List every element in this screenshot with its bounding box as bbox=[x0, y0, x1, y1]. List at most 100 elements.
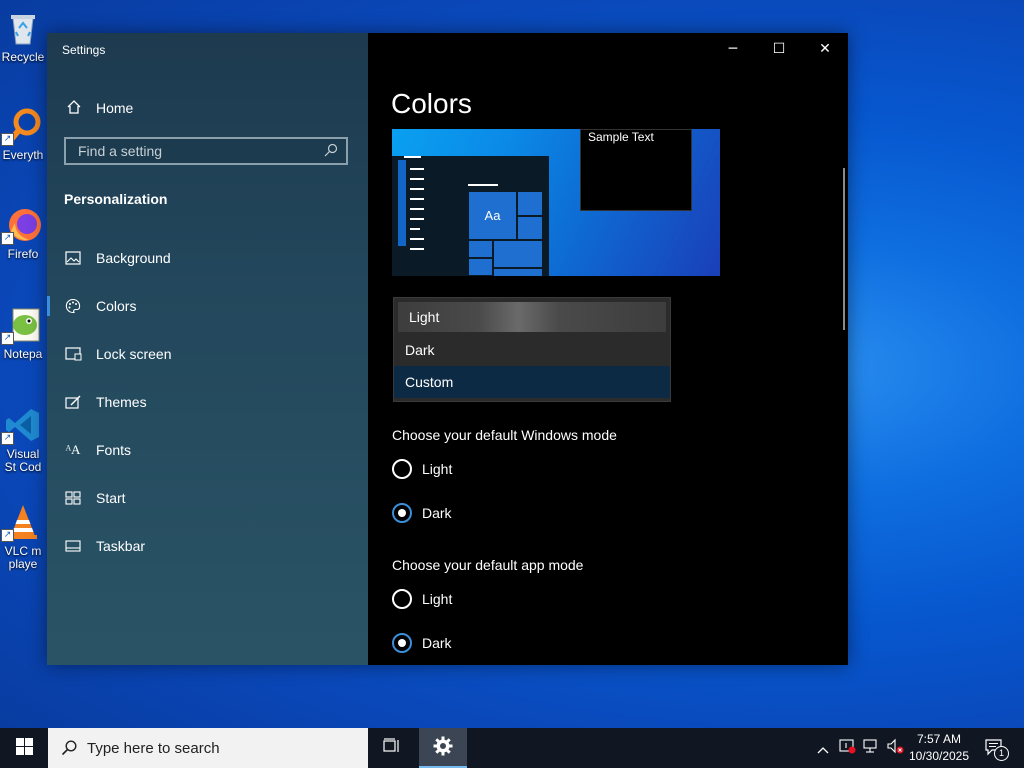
app-mode-light-radio[interactable]: Light bbox=[392, 587, 452, 611]
radio-button-selected[interactable] bbox=[392, 633, 412, 653]
section-heading: Personalization bbox=[64, 191, 168, 207]
sidebar-item-label: Lock screen bbox=[96, 346, 172, 362]
gear-icon bbox=[433, 736, 453, 760]
notification-center-button[interactable]: 1 bbox=[980, 728, 1010, 768]
windows-mode-dark-radio[interactable]: Dark bbox=[392, 501, 452, 525]
preview-tiles: Aa bbox=[468, 191, 543, 276]
search-icon bbox=[61, 740, 77, 756]
volume-tray-icon[interactable] bbox=[884, 728, 906, 768]
show-hidden-icons-button[interactable] bbox=[814, 728, 832, 768]
sidebar-item-label: Taskbar bbox=[96, 538, 146, 554]
radio-label: Light bbox=[422, 461, 453, 477]
sidebar-item-fonts[interactable]: ᴬA Fonts bbox=[47, 430, 368, 470]
clock-time: 7:57 AM bbox=[916, 732, 962, 746]
desktop-icon-label: Visual St Cod bbox=[4, 448, 42, 474]
preview-sample-text: Sample Text bbox=[588, 130, 654, 144]
desktop-icon-everything[interactable]: ↗ Everyth bbox=[0, 106, 46, 162]
radio-button[interactable] bbox=[392, 589, 412, 609]
dropdown-option-light[interactable]: Light bbox=[398, 302, 666, 332]
recycle-bin-icon bbox=[3, 8, 43, 48]
shortcut-arrow-icon: ↗ bbox=[1, 332, 14, 345]
color-mode-dropdown[interactable]: Light Dark Custom bbox=[393, 297, 671, 402]
minimize-icon: ─ bbox=[728, 41, 738, 57]
taskbar-clock[interactable]: 7:57 AM 10/30/2025 bbox=[905, 731, 973, 765]
taskbar-icon bbox=[64, 540, 82, 552]
nav-home-label: Home bbox=[96, 100, 134, 116]
shield-warning-icon bbox=[838, 738, 856, 758]
security-tray-icon[interactable] bbox=[836, 728, 858, 768]
fonts-icon: ᴬA bbox=[65, 442, 81, 457]
notification-count-badge: 1 bbox=[994, 746, 1009, 761]
nav-home[interactable]: Home bbox=[66, 97, 133, 119]
maximize-button[interactable]: ☐ bbox=[756, 33, 802, 65]
radio-button[interactable] bbox=[392, 459, 412, 479]
app-mode-dark-radio[interactable]: Dark bbox=[392, 631, 452, 655]
task-view-icon bbox=[383, 738, 401, 758]
windows-mode-light-radio[interactable]: Light bbox=[392, 457, 452, 481]
page-title: Colors bbox=[391, 88, 472, 119]
start-button[interactable] bbox=[0, 728, 48, 768]
main-content: ─ ☐ ✕ Colors Aa Sample Text Light Dark C… bbox=[368, 33, 848, 665]
desktop-icon-label: Recycle bbox=[1, 51, 45, 64]
desktop-icon-vscode[interactable]: ↗ Visual St Cod bbox=[0, 405, 46, 474]
find-setting-search[interactable] bbox=[64, 137, 348, 165]
clock-date: 10/30/2025 bbox=[908, 749, 970, 763]
firefox-icon: ↗ bbox=[1, 205, 43, 245]
task-view-button[interactable] bbox=[368, 728, 416, 768]
shortcut-arrow-icon: ↗ bbox=[1, 432, 14, 445]
sidebar-item-themes[interactable]: Themes bbox=[47, 382, 368, 422]
preview-app-list bbox=[398, 156, 424, 250]
preview-window: Sample Text bbox=[580, 129, 692, 211]
desktop-icon-label: Everyth bbox=[2, 149, 44, 162]
sidebar-item-label: Colors bbox=[96, 298, 137, 314]
window-title: Settings bbox=[62, 43, 106, 57]
taskbar-settings-app[interactable] bbox=[419, 728, 467, 768]
sidebar-item-label: Background bbox=[96, 250, 171, 266]
radio-button-selected[interactable] bbox=[392, 503, 412, 523]
scrollbar[interactable] bbox=[843, 168, 845, 330]
desktop-icon-vlc[interactable]: ↗ VLC m playe bbox=[0, 502, 46, 571]
sidebar-item-background[interactable]: Background bbox=[47, 238, 368, 278]
close-button[interactable]: ✕ bbox=[802, 33, 848, 65]
windows-logo-icon bbox=[15, 737, 33, 759]
sidebar-item-colors[interactable]: Colors bbox=[47, 286, 368, 326]
vlc-icon: ↗ bbox=[1, 502, 43, 542]
radio-label: Light bbox=[422, 591, 453, 607]
picture-icon bbox=[64, 251, 82, 265]
dropdown-option-custom[interactable]: Custom bbox=[394, 366, 670, 398]
shortcut-arrow-icon: ↗ bbox=[1, 232, 14, 245]
sidebar-item-start[interactable]: Start bbox=[47, 478, 368, 518]
network-icon bbox=[862, 738, 880, 758]
sidebar-item-taskbar[interactable]: Taskbar bbox=[47, 526, 368, 566]
preview-line bbox=[468, 184, 498, 186]
settings-window: Settings Home Personalization Background bbox=[47, 33, 848, 665]
lock-screen-icon bbox=[64, 347, 82, 361]
shortcut-arrow-icon: ↗ bbox=[1, 133, 14, 146]
sidebar-item-lock-screen[interactable]: Lock screen bbox=[47, 334, 368, 374]
taskbar-search-box[interactable]: Type here to search bbox=[48, 728, 368, 768]
everything-search-icon: ↗ bbox=[1, 106, 43, 146]
vscode-icon: ↗ bbox=[1, 405, 43, 445]
start-icon bbox=[64, 491, 82, 505]
desktop-icon-firefox[interactable]: ↗ Firefo bbox=[0, 205, 46, 261]
desktop-icon-label: Notepa bbox=[3, 348, 43, 361]
minimize-button[interactable]: ─ bbox=[710, 33, 756, 65]
network-tray-icon[interactable] bbox=[860, 728, 882, 768]
preview-tile-aa: Aa bbox=[468, 191, 517, 240]
palette-icon bbox=[64, 298, 82, 314]
desktop-icon-label: VLC m playe bbox=[4, 545, 42, 571]
sidebar-item-label: Fonts bbox=[96, 442, 132, 458]
desktop-icon-notepad-plus-plus[interactable]: ↗ Notepa bbox=[0, 305, 46, 361]
taskbar-search-placeholder: Type here to search bbox=[87, 739, 220, 757]
shortcut-arrow-icon: ↗ bbox=[1, 529, 14, 542]
find-setting-input[interactable] bbox=[76, 142, 320, 160]
sidebar-item-label: Themes bbox=[96, 394, 147, 410]
radio-label: Dark bbox=[422, 505, 452, 521]
search-icon bbox=[324, 142, 338, 161]
close-icon: ✕ bbox=[819, 41, 831, 57]
dropdown-option-dark[interactable]: Dark bbox=[394, 334, 670, 366]
desktop-icon-recycle-bin[interactable]: Recycle bbox=[0, 8, 46, 64]
volume-muted-icon bbox=[886, 738, 904, 758]
desktop-icon-label: Firefo bbox=[7, 248, 39, 261]
maximize-icon: ☐ bbox=[772, 41, 786, 57]
